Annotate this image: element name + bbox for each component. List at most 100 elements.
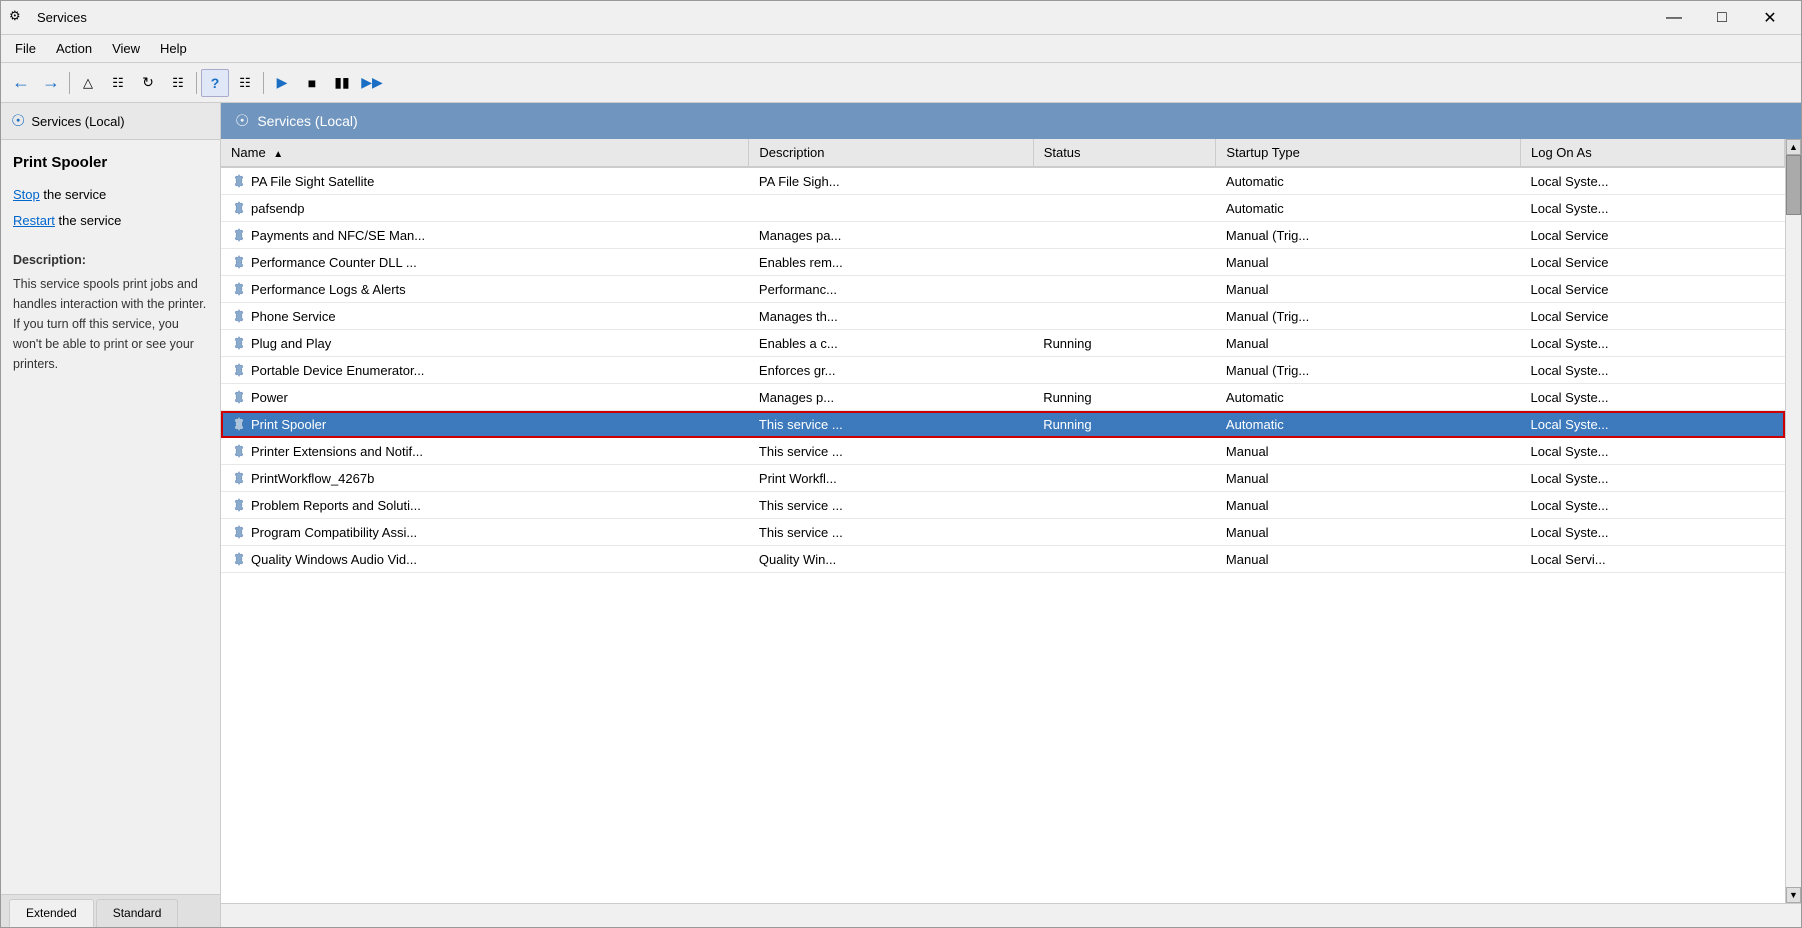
service-status-cell — [1033, 438, 1216, 465]
service-logon-cell: Local Syste... — [1520, 465, 1784, 492]
scroll-track[interactable] — [1786, 155, 1801, 887]
help-button[interactable]: ? — [201, 69, 229, 97]
service-status-cell: Running — [1033, 411, 1216, 438]
up-button[interactable]: △ — [74, 69, 102, 97]
table-row[interactable]: Performance Counter DLL ... Enables rem.… — [221, 249, 1785, 276]
table-row[interactable]: PA File Sight Satellite PA File Sigh... … — [221, 167, 1785, 195]
service-logon-cell: Local Syste... — [1520, 384, 1784, 411]
table-row[interactable]: Program Compatibility Assi... This servi… — [221, 519, 1785, 546]
col-header-name[interactable]: Name ▲ — [221, 139, 749, 167]
service-startup-cell: Automatic — [1216, 411, 1521, 438]
menu-view[interactable]: View — [102, 37, 150, 60]
start-service-button[interactable]: ▶ — [268, 69, 296, 97]
table-row[interactable]: Printer Extensions and Notif... This ser… — [221, 438, 1785, 465]
service-description-cell: Manages pa... — [749, 222, 1033, 249]
pause-service-button[interactable]: ▮▮ — [328, 69, 356, 97]
table-row[interactable]: Performance Logs & Alerts Performanc... … — [221, 276, 1785, 303]
service-logon-cell: Local Syste... — [1520, 167, 1784, 195]
scroll-down-button[interactable]: ▼ — [1786, 887, 1801, 903]
stop-service-button[interactable]: ■ — [298, 69, 326, 97]
refresh-button[interactable]: ↻ — [134, 69, 162, 97]
service-status-cell — [1033, 465, 1216, 492]
col-header-startup-type[interactable]: Startup Type — [1216, 139, 1521, 167]
left-panel-header: ☉ Services (Local) — [1, 103, 220, 140]
restart-link[interactable]: Restart — [13, 213, 55, 228]
col-header-description[interactable]: Description — [749, 139, 1033, 167]
main-content: ☉ Services (Local) Print Spooler Stop th… — [1, 103, 1801, 927]
service-name-cell: Program Compatibility Assi... — [221, 519, 749, 546]
show-hide-button[interactable]: ☷ — [104, 69, 132, 97]
description-section: Description: This service spools print j… — [13, 250, 208, 374]
selected-service-name: Print Spooler — [13, 154, 208, 171]
service-name-cell: Plug and Play — [221, 330, 749, 357]
col-header-logon[interactable]: Log On As — [1520, 139, 1784, 167]
left-panel-tabs: Extended Standard — [1, 894, 220, 927]
table-row[interactable]: Quality Windows Audio Vid... Quality Win… — [221, 546, 1785, 573]
service-logon-cell: Local Service — [1520, 222, 1784, 249]
table-row[interactable]: Phone Service Manages th... Manual (Trig… — [221, 303, 1785, 330]
service-status-cell — [1033, 357, 1216, 384]
menu-help[interactable]: Help — [150, 37, 197, 60]
table-row[interactable]: Print Spooler This service ... Running A… — [221, 411, 1785, 438]
back-button[interactable]: ← — [7, 69, 35, 97]
service-startup-cell: Manual — [1216, 276, 1521, 303]
service-logon-cell: Local Syste... — [1520, 519, 1784, 546]
title-bar: ⚙ Services — □ ✕ — [1, 1, 1801, 35]
service-startup-cell: Manual — [1216, 519, 1521, 546]
service-startup-cell: Manual — [1216, 330, 1521, 357]
service-startup-cell: Manual (Trig... — [1216, 222, 1521, 249]
service-startup-cell: Manual (Trig... — [1216, 357, 1521, 384]
service-name-cell: Problem Reports and Soluti... — [221, 492, 749, 519]
forward-button[interactable]: → — [37, 69, 65, 97]
service-status-cell — [1033, 276, 1216, 303]
service-startup-cell: Automatic — [1216, 384, 1521, 411]
scroll-thumb[interactable] — [1786, 155, 1801, 215]
scroll-up-button[interactable]: ▲ — [1786, 139, 1801, 155]
separator-3 — [263, 72, 264, 94]
table-row[interactable]: Plug and Play Enables a c... Running Man… — [221, 330, 1785, 357]
service-status-cell — [1033, 492, 1216, 519]
table-row[interactable]: pafsendp Automatic Local Syste... — [221, 195, 1785, 222]
window-title: Services — [37, 10, 1651, 25]
tab-standard[interactable]: Standard — [96, 899, 179, 927]
service-description-cell: Enforces gr... — [749, 357, 1033, 384]
toolbar: ← → △ ☷ ↻ ☷ ? ☷ ▶ ■ ▮▮ ▶▶ — [1, 63, 1801, 103]
stop-link[interactable]: Stop — [13, 187, 40, 202]
service-name-cell: PrintWorkflow_4267b — [221, 465, 749, 492]
table-row[interactable]: Portable Device Enumerator... Enforces g… — [221, 357, 1785, 384]
table-row[interactable]: Problem Reports and Soluti... This servi… — [221, 492, 1785, 519]
service-status-cell — [1033, 167, 1216, 195]
maximize-button[interactable]: □ — [1699, 3, 1745, 33]
table-row[interactable]: Power Manages p... Running Automatic Loc… — [221, 384, 1785, 411]
service-status-cell — [1033, 546, 1216, 573]
col-header-status[interactable]: Status — [1033, 139, 1216, 167]
services-table-wrapper[interactable]: Name ▲ Description Status Startup Type L… — [221, 139, 1785, 903]
service-status-cell — [1033, 519, 1216, 546]
stop-text: the service — [43, 187, 106, 202]
service-startup-cell: Manual — [1216, 546, 1521, 573]
export-button[interactable]: ☷ — [164, 69, 192, 97]
left-panel-body: Print Spooler Stop the service Restart t… — [1, 140, 220, 894]
properties-button[interactable]: ☷ — [231, 69, 259, 97]
vertical-scrollbar[interactable]: ▲ ▼ — [1785, 139, 1801, 903]
menu-action[interactable]: Action — [46, 37, 102, 60]
table-row[interactable]: PrintWorkflow_4267b Print Workfl... Manu… — [221, 465, 1785, 492]
resume-service-button[interactable]: ▶▶ — [358, 69, 386, 97]
window-controls: — □ ✕ — [1651, 3, 1793, 33]
tab-extended[interactable]: Extended — [9, 899, 94, 927]
restart-text: the service — [59, 213, 122, 228]
service-name-cell: PA File Sight Satellite — [221, 167, 749, 195]
menu-file[interactable]: File — [5, 37, 46, 60]
service-startup-cell: Automatic — [1216, 195, 1521, 222]
minimize-button[interactable]: — — [1651, 3, 1697, 33]
status-bar — [221, 903, 1801, 927]
service-name-cell: Printer Extensions and Notif... — [221, 438, 749, 465]
service-name-cell: Quality Windows Audio Vid... — [221, 546, 749, 573]
service-logon-cell: Local Service — [1520, 303, 1784, 330]
left-panel: ☉ Services (Local) Print Spooler Stop th… — [1, 103, 221, 927]
close-button[interactable]: ✕ — [1747, 3, 1793, 33]
service-startup-cell: Manual — [1216, 438, 1521, 465]
service-status-cell — [1033, 195, 1216, 222]
table-header: Name ▲ Description Status Startup Type L… — [221, 139, 1785, 167]
table-row[interactable]: Payments and NFC/SE Man... Manages pa...… — [221, 222, 1785, 249]
